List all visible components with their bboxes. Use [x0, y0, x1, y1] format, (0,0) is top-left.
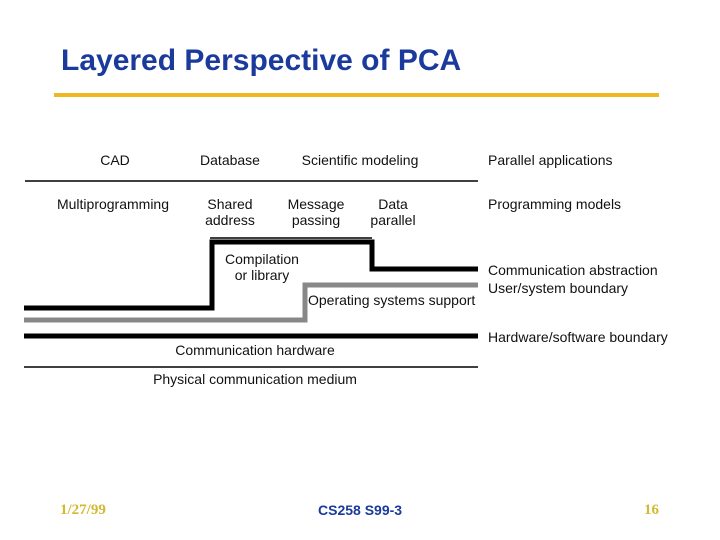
os-support: Operating systems support	[308, 292, 476, 308]
legend-communication-abstraction: Communication abstraction	[488, 262, 658, 278]
legend-user-system-boundary: User/system boundary	[488, 280, 629, 296]
legend-hw-sw-boundary: Hardware/software boundary	[488, 329, 668, 345]
footer-page-number: 16	[644, 502, 659, 518]
footer-date: 1/27/99	[60, 502, 106, 518]
app-cad: CAD	[100, 152, 130, 168]
app-scientific-modeling: Scientific modeling	[301, 152, 419, 168]
model-data-parallel: Data parallel	[370, 196, 416, 228]
physical-communication-medium: Physical communication medium	[153, 371, 357, 387]
model-message-passing: Message passing	[287, 196, 345, 228]
legend-parallel-applications: Parallel applications	[488, 152, 613, 168]
communication-hardware: Communication hardware	[175, 342, 335, 358]
model-multiprogramming: Multiprogramming	[56, 196, 170, 212]
footer-course: CS258 S99-3	[318, 502, 403, 518]
legend-programming-models: Programming models	[488, 196, 622, 212]
compilation-or-library: Compilation or library	[225, 251, 299, 283]
model-shared-address: Shared address	[205, 196, 255, 228]
app-database: Database	[200, 152, 260, 168]
